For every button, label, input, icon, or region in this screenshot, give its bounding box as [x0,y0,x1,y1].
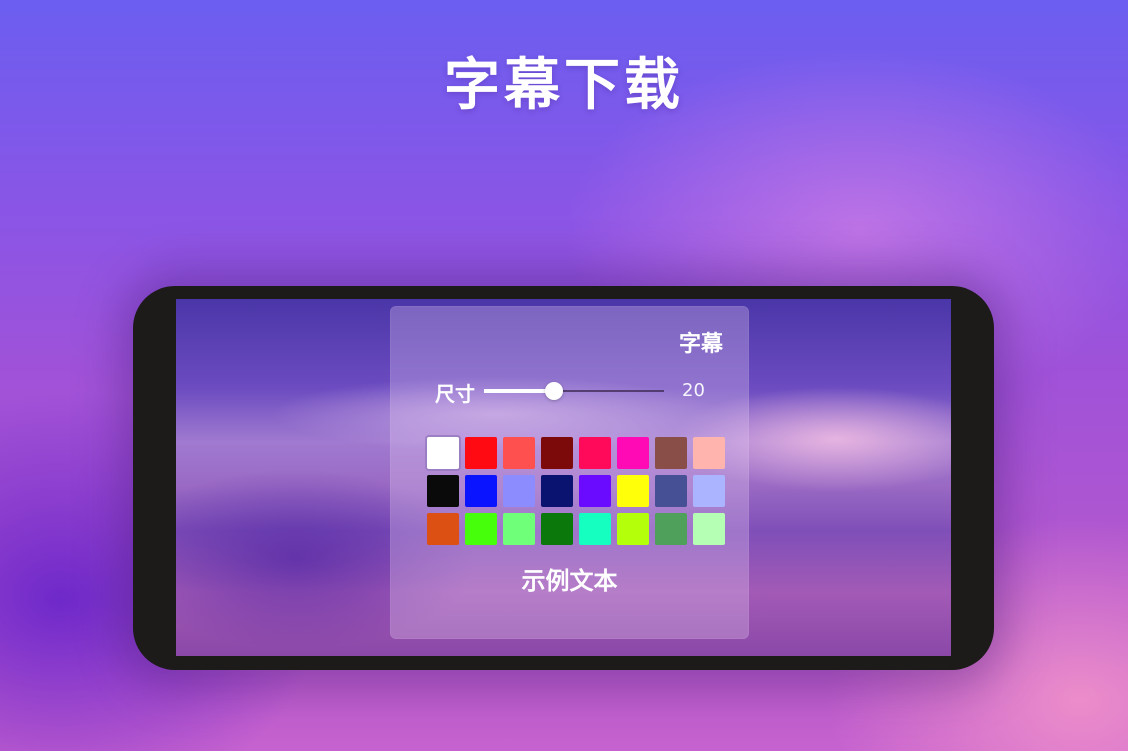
color-swatch[interactable] [579,475,611,507]
color-swatch[interactable] [503,513,535,545]
color-swatch[interactable] [465,475,497,507]
color-swatch[interactable] [541,513,573,545]
phone-frame: 字幕 尺寸 20 示例文本 [133,286,994,670]
promo-headline: 字幕下载 [444,53,684,118]
color-swatch[interactable] [503,475,535,507]
color-swatch[interactable] [693,513,725,545]
color-swatch[interactable] [427,513,459,545]
color-swatch[interactable] [655,513,687,545]
color-swatch[interactable] [617,475,649,507]
color-swatch[interactable] [579,513,611,545]
size-slider-fill [484,389,555,393]
color-swatch-grid [427,437,727,545]
size-slider-thumb[interactable] [545,382,564,400]
color-swatch[interactable] [465,513,497,545]
color-swatch[interactable] [617,437,649,469]
color-swatch[interactable] [503,437,535,469]
color-swatch[interactable] [693,475,725,507]
color-swatch[interactable] [655,475,687,507]
sample-text: 示例文本 [521,567,618,595]
color-swatch[interactable] [427,475,459,507]
size-value: 20 [682,380,705,401]
color-swatch[interactable] [693,437,725,469]
color-swatch[interactable] [579,437,611,469]
size-slider[interactable] [484,382,664,400]
color-swatch[interactable] [465,437,497,469]
panel-title: 字幕 [678,332,723,357]
color-swatch[interactable] [655,437,687,469]
color-swatch[interactable] [541,437,573,469]
video-screen: 字幕 尺寸 20 示例文本 [176,299,951,656]
color-swatch[interactable] [427,437,459,469]
subtitle-settings-panel: 字幕 尺寸 20 示例文本 [390,306,749,639]
color-swatch[interactable] [541,475,573,507]
size-label: 尺寸 [435,382,475,406]
color-swatch[interactable] [617,513,649,545]
